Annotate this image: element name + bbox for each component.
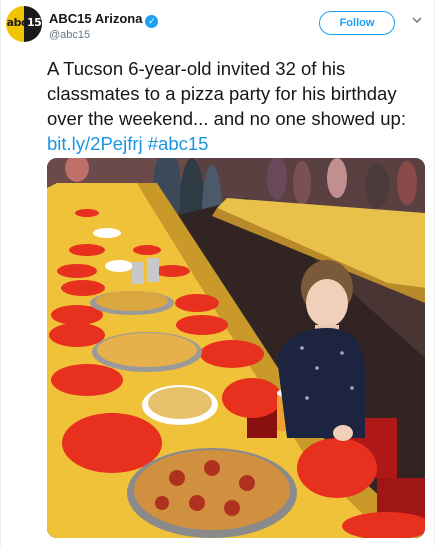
follow-button[interactable]: Follow <box>319 11 395 35</box>
tweet-header: abc15 ABC15 Arizona ✓ @abc15 Follow <box>1 0 435 52</box>
tweet-link[interactable]: bit.ly/2Pejfrj <box>47 133 143 154</box>
chevron-down-icon[interactable] <box>410 13 424 27</box>
avatar-logo-15: 15 <box>27 16 42 29</box>
tweet-card: abc15 ABC15 Arizona ✓ @abc15 Follow A Tuc… <box>0 0 435 546</box>
tweet-body: A Tucson 6-year-old invited 32 of his cl… <box>47 58 406 129</box>
avatar[interactable]: abc15 <box>6 6 42 42</box>
name-row: ABC15 Arizona ✓ <box>49 10 159 28</box>
tweet-hashtag[interactable]: #abc15 <box>148 133 209 154</box>
avatar-logo-abc: abc <box>6 16 28 29</box>
verified-check-icon: ✓ <box>145 15 159 28</box>
tweet-text: A Tucson 6-year-old invited 32 of his cl… <box>47 56 427 156</box>
pizza-party-photo <box>47 158 425 538</box>
user-handle[interactable]: @abc15 <box>49 29 90 41</box>
tweet-photo[interactable] <box>47 158 425 538</box>
avatar-logo: abc15 <box>6 16 42 29</box>
display-name[interactable]: ABC15 Arizona <box>49 11 142 26</box>
